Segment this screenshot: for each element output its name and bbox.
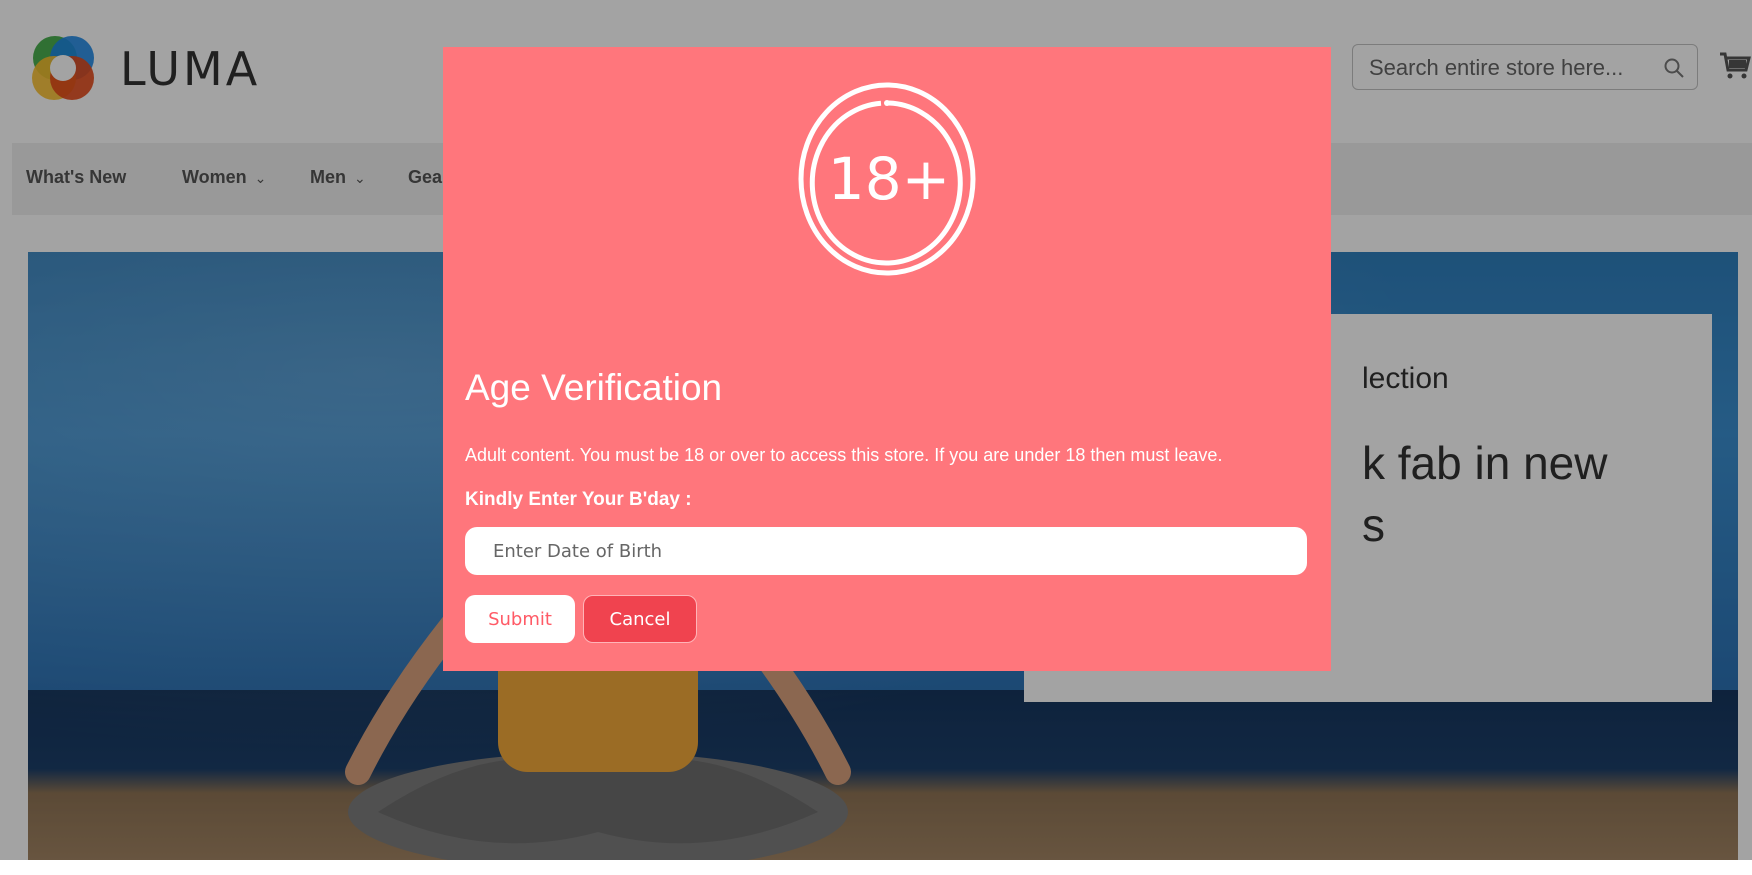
dob-label: Kindly Enter Your B'day :	[465, 489, 692, 510]
dob-input[interactable]	[465, 527, 1307, 575]
age-18-plus-icon: 18+	[798, 82, 976, 276]
submit-button[interactable]: Submit	[465, 595, 575, 643]
cancel-button[interactable]: Cancel	[583, 595, 697, 643]
modal-message: Adult content. You must be 18 or over to…	[465, 445, 1223, 465]
modal-title: Age Verification	[465, 367, 723, 408]
age-verification-modal: 18+ Age Verification Adult content. You …	[443, 47, 1331, 671]
badge-text: 18+	[828, 145, 950, 213]
